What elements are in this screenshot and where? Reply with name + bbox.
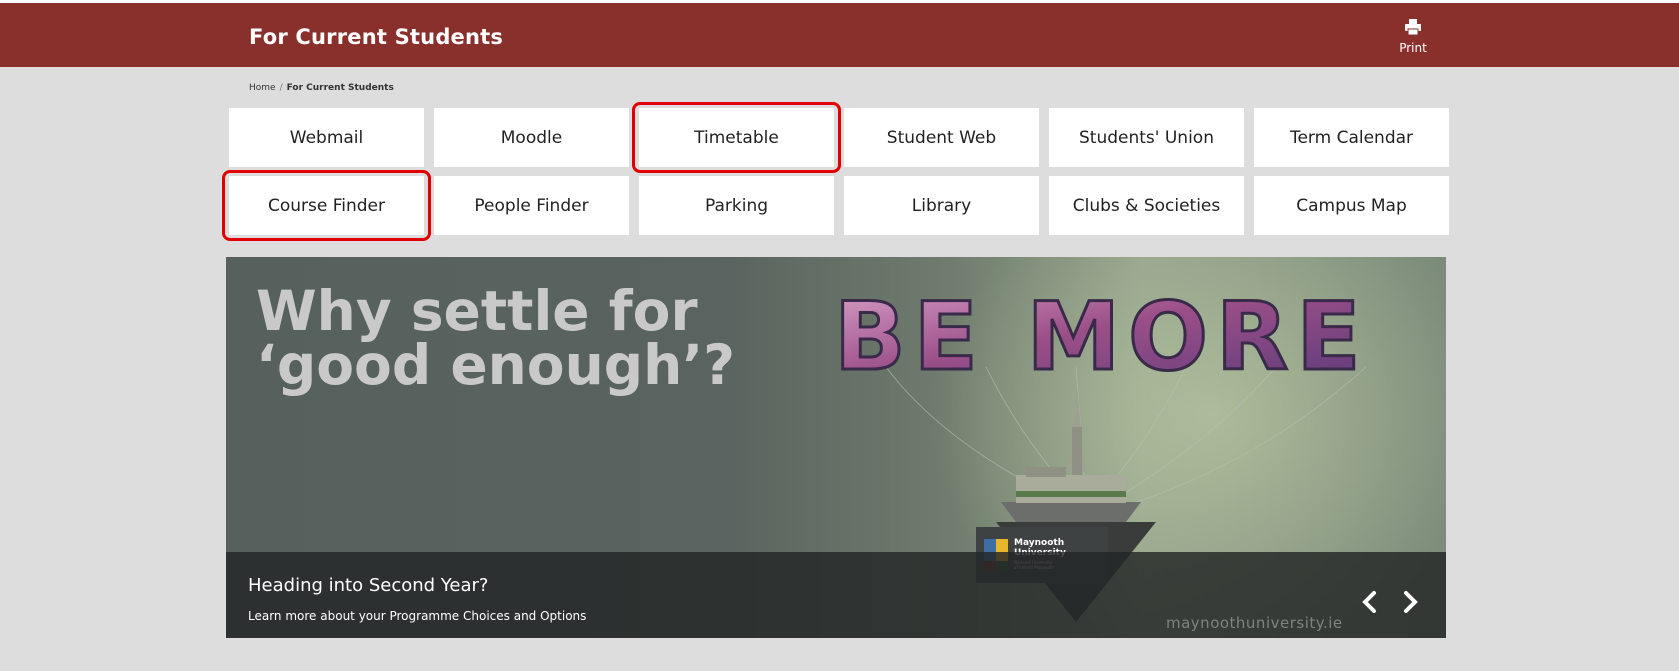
breadcrumb-current: For Current Students	[286, 83, 394, 93]
breadcrumb-separator: /	[279, 83, 283, 93]
quick-link-term-calendar[interactable]: Term Calendar	[1254, 108, 1449, 167]
slide-caption-title[interactable]: Heading into Second Year?	[248, 575, 488, 596]
slider-next-button[interactable]	[1396, 588, 1424, 616]
breadcrumb: Home / For Current Students	[249, 83, 394, 93]
site-header: For Current Students Print	[0, 3, 1679, 67]
chevron-left-icon	[1362, 591, 1376, 613]
chevron-right-icon	[1404, 591, 1418, 613]
quick-link-people-finder[interactable]: People Finder	[434, 176, 629, 235]
printer-icon	[1405, 19, 1421, 36]
hero-banner[interactable]: Why settle for ‘good enough’? BE MORE Ma…	[226, 257, 1446, 638]
page-title: For Current Students	[249, 25, 504, 49]
print-label: Print	[1399, 41, 1427, 55]
breadcrumb-home[interactable]: Home	[249, 83, 276, 93]
quick-link-course-finder[interactable]: Course Finder	[222, 170, 431, 241]
quick-link-webmail[interactable]: Webmail	[229, 108, 424, 167]
quick-link-clubs-societies[interactable]: Clubs & Societies	[1049, 176, 1244, 235]
be-more-text: BE MORE	[834, 283, 1369, 392]
slide-caption-bar: Heading into Second Year? Learn more abo…	[226, 552, 1446, 638]
quick-link-parking[interactable]: Parking	[639, 176, 834, 235]
quick-link-timetable[interactable]: Timetable	[632, 102, 841, 173]
slider-prev-button[interactable]	[1356, 588, 1384, 616]
headline-line-2: ‘good enough’?	[256, 333, 736, 397]
quick-link-library[interactable]: Library	[844, 176, 1039, 235]
quick-link-students-union[interactable]: Students' Union	[1049, 108, 1244, 167]
banner-watermark: maynoothuniversity.ie	[1166, 614, 1343, 632]
slide-caption-subtitle: Learn more about your Programme Choices …	[248, 609, 587, 623]
quick-link-student-web[interactable]: Student Web	[844, 108, 1039, 167]
print-button[interactable]: Print	[1393, 19, 1433, 59]
quick-links-grid: Webmail Moodle Timetable Student Web Stu…	[222, 102, 1449, 241]
quick-link-moodle[interactable]: Moodle	[434, 108, 629, 167]
quick-link-campus-map[interactable]: Campus Map	[1254, 176, 1449, 235]
headline-line-1: Why settle for	[256, 279, 698, 343]
logo-name: Maynooth	[1014, 538, 1064, 548]
banner-headline: Why settle for ‘good enough’?	[256, 279, 736, 397]
